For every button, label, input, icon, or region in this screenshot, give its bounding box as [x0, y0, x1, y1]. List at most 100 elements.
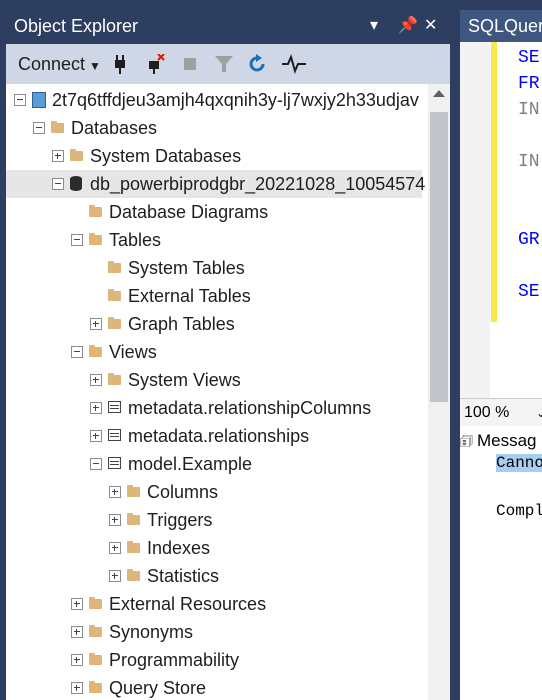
object-explorer-title: Object Explorer	[14, 16, 139, 36]
dropdown-arrow-icon[interactable]: ▾	[370, 10, 378, 42]
refresh-icon[interactable]	[246, 53, 268, 75]
folder-icon	[89, 233, 102, 245]
chevron-down-icon: ⌄	[536, 406, 542, 420]
tree-node[interactable]: metadata.relationshipColumns	[6, 394, 422, 422]
expand-icon[interactable]	[90, 430, 102, 442]
folder-icon	[127, 541, 140, 553]
tree-node[interactable]: model.Example	[6, 450, 422, 478]
tree-node[interactable]: System Databases	[6, 142, 422, 170]
expand-icon[interactable]	[109, 570, 121, 582]
editor-margin	[460, 42, 490, 398]
folder-icon	[89, 345, 102, 357]
tree-node-label: System Views	[128, 370, 241, 390]
tree-node[interactable]: Views	[6, 338, 422, 366]
tree-node[interactable]: Triggers	[6, 506, 422, 534]
folder-icon	[70, 149, 83, 161]
tree-node[interactable]: metadata.relationships	[6, 422, 422, 450]
tree-node[interactable]: 2t7q6tffdjeu3amjh4qxqnih3y-lj7wxjy2h33ud…	[6, 86, 422, 114]
folder-icon	[89, 205, 102, 217]
filter-icon	[215, 56, 233, 72]
tree-node[interactable]: Programmability	[6, 646, 422, 674]
scrollbar-thumb[interactable]	[430, 112, 448, 402]
object-explorer-titlebar: Object Explorer ▾ 📌 ✕	[6, 10, 450, 42]
code-editor[interactable]: SE FR IN IN GR SE	[460, 42, 542, 398]
tree-node-label: Database Diagrams	[109, 202, 269, 222]
folder-icon	[108, 261, 121, 273]
collapse-icon[interactable]	[52, 178, 64, 190]
table-icon	[108, 401, 121, 413]
collapse-icon[interactable]	[71, 234, 83, 246]
code-line: SE	[518, 282, 540, 302]
zoom-selector[interactable]: 100 % ⌄	[460, 398, 542, 427]
expand-icon[interactable]	[109, 486, 121, 498]
tree-node-label: External Resources	[109, 594, 267, 614]
folder-icon	[127, 513, 140, 525]
collapse-icon[interactable]	[33, 122, 45, 134]
tree-node[interactable]: Tables	[6, 226, 422, 254]
disconnect-icon[interactable]	[144, 54, 166, 74]
folder-icon	[127, 485, 140, 497]
object-explorer-toolbar: Connect ▼	[6, 44, 450, 84]
tree-node[interactable]: Query Store	[6, 674, 422, 700]
tree-node[interactable]: External Resources	[6, 590, 422, 618]
change-indicator-bar	[491, 42, 497, 322]
collapse-icon[interactable]	[14, 94, 26, 106]
messages-tab[interactable]: 🗊 Messag	[460, 426, 537, 454]
tree-node[interactable]: Statistics	[6, 562, 422, 590]
code-line: FR	[518, 74, 540, 94]
expand-icon[interactable]	[71, 626, 83, 638]
tree-node-label: System Tables	[128, 258, 245, 278]
folder-icon	[89, 653, 102, 665]
vertical-scrollbar[interactable]	[428, 84, 450, 700]
messages-pane: 🗊 Messag Canno Compl	[460, 426, 542, 700]
tree-node-label: Triggers	[147, 510, 213, 530]
folder-icon	[51, 121, 64, 133]
expand-icon[interactable]	[90, 318, 102, 330]
tree-node[interactable]: Databases	[6, 114, 422, 142]
tree-node-label: model.Example	[128, 454, 253, 474]
tree-node[interactable]: Columns	[6, 478, 422, 506]
folder-icon	[127, 569, 140, 581]
code-line: SE	[518, 48, 540, 68]
tree-node[interactable]: External Tables	[6, 282, 422, 310]
expand-icon[interactable]	[71, 682, 83, 694]
tree-node-label: db_powerbiprodgbr_20221028_10054574	[90, 174, 426, 194]
expand-icon[interactable]	[90, 374, 102, 386]
messages-tab-label: Messag	[476, 431, 537, 450]
expand-icon[interactable]	[109, 514, 121, 526]
connect-plug-icon[interactable]	[110, 54, 130, 74]
message-line: Compl	[496, 502, 542, 520]
query-editor-pane: SQLQuery SE FR IN IN GR SE 100 % ⌄ 🗊Messag Ca…	[452, 0, 542, 700]
collapse-icon[interactable]	[90, 458, 102, 470]
tree-node[interactable]: Graph Tables	[6, 310, 422, 338]
scroll-up-arrow-icon[interactable]	[433, 90, 445, 97]
zoom-level: 100 %	[464, 404, 510, 421]
connect-label: Connect	[18, 54, 86, 74]
tree-node-label: Tables	[109, 230, 162, 250]
tree-node[interactable]: Synonyms	[6, 618, 422, 646]
expand-icon[interactable]	[90, 402, 102, 414]
connect-button[interactable]: Connect ▼	[18, 44, 101, 84]
collapse-icon[interactable]	[71, 346, 83, 358]
close-icon[interactable]: ✕	[424, 10, 437, 42]
folder-icon	[89, 681, 102, 693]
message-line: Canno	[496, 454, 542, 472]
tree-node[interactable]: db_powerbiprodgbr_20221028_10054574	[6, 170, 426, 198]
expand-icon[interactable]	[52, 150, 64, 162]
activity-monitor-icon[interactable]	[282, 54, 306, 74]
database-icon	[70, 176, 82, 191]
expand-icon[interactable]	[71, 654, 83, 666]
tree-node[interactable]: System Tables	[6, 254, 422, 282]
tree-node[interactable]: Database Diagrams	[6, 198, 422, 226]
tree-node-label: Views	[109, 342, 157, 362]
expand-icon[interactable]	[71, 598, 83, 610]
tree-node-label: Programmability	[109, 650, 240, 670]
dropdown-arrow-icon: ▼	[89, 59, 101, 73]
tree-node[interactable]: System Views	[6, 366, 422, 394]
tree-node[interactable]: Indexes	[6, 534, 422, 562]
expand-icon[interactable]	[109, 542, 121, 554]
pin-icon[interactable]: 📌	[398, 10, 418, 42]
tree-node-label: Statistics	[147, 566, 220, 586]
query-tab[interactable]: SQLQuery	[460, 10, 542, 42]
tree-node-label: 2t7q6tffdjeu3amjh4qxqnih3y-lj7wxjy2h33ud…	[52, 90, 419, 110]
